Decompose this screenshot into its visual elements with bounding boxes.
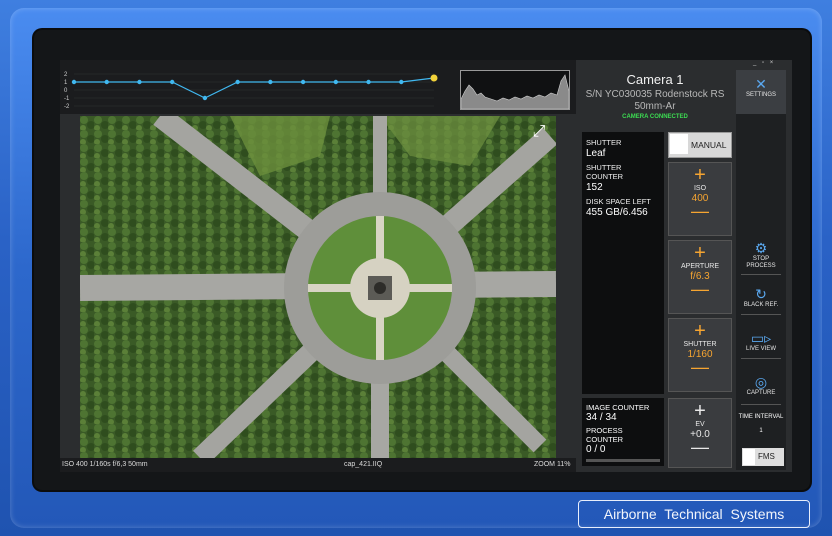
camera-serial: S/N YC030035 Rodenstock RS (585, 89, 725, 100)
timeline-point (71, 79, 77, 85)
timeline-point (399, 79, 404, 85)
refresh-icon: ↻ (755, 286, 767, 302)
aperture-control: + APERTURE f/6.3 — (668, 240, 732, 314)
timeline-point (235, 79, 240, 85)
shutter-counter-value: 152 (586, 182, 603, 193)
black-ref-button[interactable]: ↻ BLACK REF. (736, 286, 786, 309)
timeline-tick-label: 1 (64, 80, 68, 86)
image-counter-value: 34 / 34 (586, 412, 617, 423)
timeline-tick-label: -2 (64, 104, 70, 110)
wrench-screwdriver-icon: ✕ (755, 76, 767, 92)
gear-icon: ⚙ (754, 240, 768, 256)
live-view-button[interactable]: ▭▹ LIVE VIEW (736, 330, 786, 353)
zoom-readout: ZOOM 11% (534, 461, 571, 468)
shutter-type-label: SHUTTER (586, 138, 622, 147)
time-interval-label: TIME INTERVAL (738, 414, 784, 420)
capture-timeline-strip: 2 1 0 -1 -2 (60, 60, 576, 114)
black-ref-label: BLACK REF. (743, 302, 779, 308)
timeline-point (104, 79, 109, 85)
manual-label: MANUAL (691, 140, 727, 150)
timeline-point (137, 79, 142, 85)
ev-increase-button[interactable]: + (669, 401, 731, 421)
timeline-point (333, 79, 339, 85)
aperture-decrease-button[interactable]: — (669, 280, 731, 298)
right-sidebar: ✕ SETTINGS ⚙ STOP PROCESS ↻ BLACK REF. ▭… (736, 70, 786, 470)
iso-increase-button[interactable]: + (669, 165, 731, 185)
window-controls[interactable]: _ ▫ × (753, 60, 775, 66)
histogram (460, 70, 570, 110)
file-name: cap_421.IIQ (344, 461, 383, 468)
timeline-tick-label: -1 (64, 96, 70, 102)
iso-control: + ISO 400 — (668, 162, 732, 236)
stop-process-label: STOP PROCESS (746, 256, 776, 269)
settings-label: SETTINGS (745, 92, 776, 98)
timeline-point (366, 79, 371, 85)
capture-button[interactable]: ◎ CAPTURE (736, 374, 786, 397)
fms-toggle[interactable]: FMS (742, 448, 784, 466)
app-screen: 2 1 0 -1 -2 ⤢ ISO 400 1/160s f/6,3 50mm … (60, 60, 792, 472)
camera-lens: 50mm-Ar (634, 101, 676, 112)
shutter-decrease-button[interactable]: — (669, 358, 731, 376)
camera-info-panel: SHUTTER Leaf SHUTTER COUNTER 152 DISK SP… (582, 132, 664, 394)
sidebar-divider (741, 314, 781, 315)
timeline-point (268, 79, 273, 85)
shutter-counter-label: SHUTTER COUNTER (586, 163, 624, 181)
manual-checkbox[interactable] (670, 134, 688, 154)
timeline-point (169, 79, 175, 85)
timeline-point (300, 79, 306, 85)
capture-timeline-chart: 2 1 0 -1 -2 (64, 72, 438, 110)
camera-title: Camera 1 (626, 72, 684, 87)
disk-space-value: 455 GB/6.456 (586, 207, 648, 218)
shutter-control: + SHUTTER 1/160 — (668, 318, 732, 392)
camera-header: Camera 1 S/N YC030035 Rodenstock RS 50mm… (580, 70, 730, 130)
iso-decrease-button[interactable]: — (669, 202, 731, 220)
iso-label: ISO (693, 185, 707, 192)
stop-process-button[interactable]: ⚙ STOP PROCESS (736, 240, 786, 270)
counter-panel: IMAGE COUNTER 34 / 34 PROCESS COUNTER 0 … (582, 398, 664, 466)
sidebar-divider (741, 404, 781, 405)
process-counter-label: PROCESS COUNTER (586, 426, 624, 444)
ev-decrease-button[interactable]: — (669, 438, 731, 456)
sidebar-divider (741, 274, 781, 275)
shutter-label: SHUTTER (683, 341, 717, 348)
timeline-tick-label: 2 (64, 72, 68, 78)
timeline-point (202, 95, 208, 101)
aperture-icon: ◎ (754, 374, 768, 390)
brand-logo: Airborne Technical Systems (578, 500, 810, 528)
sidebar-divider (741, 358, 781, 359)
settings-button[interactable]: ✕ SETTINGS (736, 70, 786, 114)
video-camera-icon: ▭▹ (750, 330, 772, 346)
aperture-label: APERTURE (681, 263, 719, 270)
disk-space-label: DISK SPACE LEFT (586, 197, 651, 206)
image-counter-label: IMAGE COUNTER (586, 403, 650, 412)
fms-checkbox[interactable] (743, 449, 755, 465)
shutter-type-value: Leaf (586, 148, 606, 159)
timeline-point (430, 74, 438, 82)
aperture-increase-button[interactable]: + (669, 243, 731, 263)
connection-status: CAMERA CONNECTED (622, 114, 688, 120)
image-preview[interactable]: ⤢ (80, 116, 556, 458)
timeline-tick-label: 0 (64, 88, 68, 94)
time-interval-value[interactable]: 1 (736, 428, 786, 434)
fms-label: FMS (758, 452, 775, 461)
manual-toggle[interactable]: MANUAL (668, 132, 732, 158)
image-status-bar: ISO 400 1/160s f/6,3 50mm cap_421.IIQ ZO… (60, 458, 576, 472)
ev-control: + EV +0.0 — (668, 398, 732, 468)
shutter-increase-button[interactable]: + (669, 321, 731, 341)
aerial-roundabout-image (80, 116, 556, 458)
exposure-readout: ISO 400 1/160s f/6,3 50mm (62, 461, 148, 468)
live-view-label: LIVE VIEW (745, 346, 776, 352)
capture-label: CAPTURE (746, 390, 776, 396)
timeline-series-line (74, 77, 435, 99)
process-counter-value: 0 / 0 (586, 444, 606, 455)
ev-label: EV (695, 421, 705, 428)
expand-view-icon[interactable]: ⤢ (528, 122, 550, 142)
process-progress-bar (586, 459, 660, 462)
